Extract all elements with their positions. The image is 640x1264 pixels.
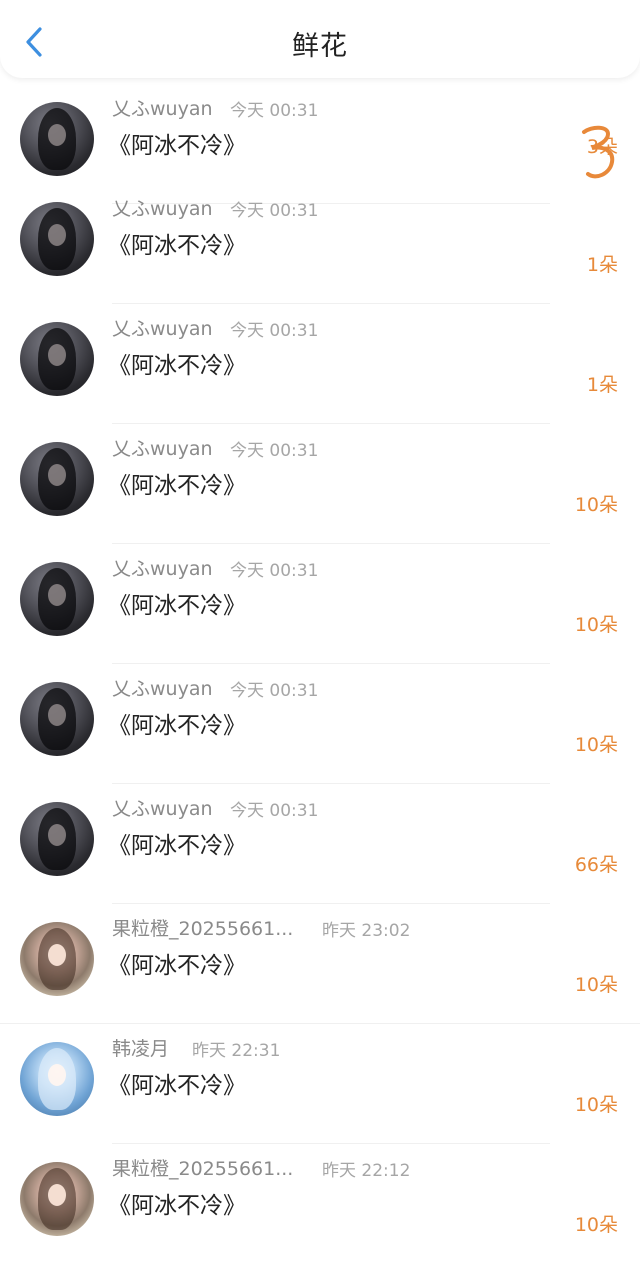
username[interactable]: 乂ふwuyan bbox=[112, 794, 213, 821]
username[interactable]: 乂ふwuyan bbox=[112, 554, 213, 581]
list-item[interactable]: 乂ふwuyan 今天 00:31 《阿冰不冷》 1朵 bbox=[0, 184, 640, 304]
flower-count: 10朵 bbox=[574, 614, 618, 636]
avatar[interactable] bbox=[20, 802, 94, 876]
flower-count: 10朵 bbox=[574, 1214, 618, 1236]
username[interactable]: 乂ふwuyan bbox=[112, 674, 213, 701]
username[interactable]: 乂ふwuyan bbox=[112, 94, 213, 121]
flower-count: 1朵 bbox=[586, 374, 618, 396]
username[interactable]: 乂ふwuyan bbox=[112, 314, 213, 341]
flower-count: 10朵 bbox=[574, 494, 618, 516]
avatar[interactable] bbox=[20, 202, 94, 276]
list-item[interactable]: 韩凌月 昨天 22:31 《阿冰不冷》 10朵 bbox=[0, 1024, 640, 1144]
list-item[interactable]: 乂ふwuyan 今天 00:31 《阿冰不冷》 10朵 bbox=[0, 544, 640, 664]
timestamp: 昨天 23:02 bbox=[322, 921, 411, 941]
timestamp: 昨天 22:31 bbox=[192, 1041, 281, 1061]
list-item[interactable]: 乂ふwuyan 今天 00:31 《阿冰不冷》 10朵 bbox=[0, 664, 640, 784]
timestamp: 今天 00:31 bbox=[230, 681, 319, 701]
flower-count: 10朵 bbox=[574, 974, 618, 996]
flower-count: 1朵 bbox=[586, 254, 618, 276]
username[interactable]: 韩凌月 bbox=[112, 1034, 169, 1061]
flower-count: 10朵 bbox=[574, 1094, 618, 1116]
avatar[interactable] bbox=[20, 682, 94, 756]
avatar[interactable] bbox=[20, 1042, 94, 1116]
book-title: 《阿冰不冷》 bbox=[108, 353, 246, 379]
avatar[interactable] bbox=[20, 1162, 94, 1236]
username[interactable]: 果粒橙_20255661... bbox=[112, 1154, 293, 1181]
book-title: 《阿冰不冷》 bbox=[108, 593, 246, 619]
page-title: 鲜花 bbox=[292, 31, 348, 62]
list-item[interactable]: 果粒橙_20255661... 昨天 23:02 《阿冰不冷》 10朵 bbox=[0, 904, 640, 1024]
book-title: 《阿冰不冷》 bbox=[108, 713, 246, 739]
list-item[interactable]: 乂ふwuyan 今天 00:31 《阿冰不冷》 66朵 bbox=[0, 784, 640, 904]
timestamp: 今天 00:31 bbox=[230, 321, 319, 341]
flower-count: 66朵 bbox=[574, 854, 618, 876]
book-title: 《阿冰不冷》 bbox=[108, 473, 246, 499]
timestamp: 昨天 22:12 bbox=[322, 1161, 411, 1181]
list-item[interactable]: 果粒橙_20255661... 昨天 22:12 《阿冰不冷》 10朵 bbox=[0, 1144, 640, 1264]
username[interactable]: 果粒橙_20255661... bbox=[112, 914, 293, 941]
username[interactable]: 乂ふwuyan bbox=[112, 434, 213, 461]
book-title: 《阿冰不冷》 bbox=[108, 1073, 246, 1099]
book-title: 《阿冰不冷》 bbox=[108, 1193, 246, 1219]
avatar[interactable] bbox=[20, 322, 94, 396]
avatar[interactable] bbox=[20, 562, 94, 636]
book-title: 《阿冰不冷》 bbox=[108, 833, 246, 859]
book-title: 《阿冰不冷》 bbox=[108, 233, 246, 259]
timestamp: 今天 00:31 bbox=[230, 101, 319, 121]
avatar[interactable] bbox=[20, 922, 94, 996]
timestamp: 今天 00:31 bbox=[230, 801, 319, 821]
timestamp: 今天 00:31 bbox=[230, 561, 319, 581]
avatar[interactable] bbox=[20, 442, 94, 516]
list-item[interactable]: 乂ふwuyan 今天 00:31 《阿冰不冷》 1朵 bbox=[0, 304, 640, 424]
book-title: 《阿冰不冷》 bbox=[108, 133, 246, 159]
timestamp: 今天 00:31 bbox=[230, 441, 319, 461]
flower-count: 10朵 bbox=[574, 734, 618, 756]
top-bar: 鲜花 bbox=[0, 0, 640, 78]
handwritten-scribble-icon bbox=[582, 125, 615, 179]
list-item[interactable]: 乂ふwuyan 今天 00:31 《阿冰不冷》 10朵 bbox=[0, 424, 640, 544]
book-title: 《阿冰不冷》 bbox=[108, 953, 246, 979]
username[interactable]: 乂ふwuyan bbox=[112, 194, 213, 221]
timestamp: 今天 00:31 bbox=[230, 201, 319, 221]
avatar[interactable] bbox=[20, 102, 94, 176]
